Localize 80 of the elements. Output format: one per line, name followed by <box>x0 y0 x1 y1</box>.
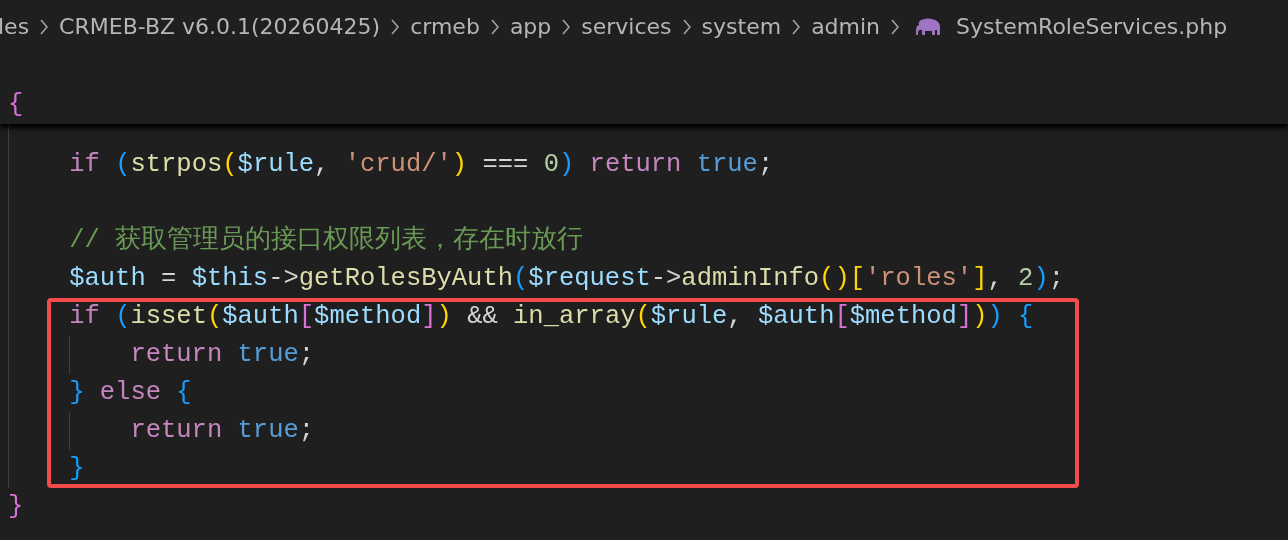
code-bracket: [ <box>298 302 315 331</box>
folder-breadcrumb[interactable]: crmeb <box>410 12 480 42</box>
code-bracket: [ <box>849 264 865 293</box>
function-name: in_array <box>513 302 636 331</box>
code-variable: $rule <box>237 150 315 179</box>
code-keyword: if <box>69 302 101 331</box>
code-variable: $auth <box>69 264 146 293</box>
number-literal: 2 <box>1018 264 1034 293</box>
code-keyword: if <box>69 150 101 179</box>
code-variable: $request <box>528 264 651 293</box>
code-keyword: return <box>588 150 683 179</box>
code-bracket: { <box>176 378 192 407</box>
chevron-icon <box>890 18 901 36</box>
code-keyword: return <box>130 340 224 369</box>
code-operator: === <box>481 150 530 179</box>
code-operator: , <box>987 264 1004 293</box>
code-operator: = <box>160 264 178 293</box>
code-bracket: ) <box>451 150 468 179</box>
code-bracket: ( <box>513 264 529 293</box>
folder-breadcrumb[interactable]: CRMEB-BZ v6.0.1(20260425) <box>59 12 381 42</box>
code-bracket: { <box>8 90 24 119</box>
function-name: strpos <box>130 150 223 179</box>
code-bracket: ( <box>222 150 238 179</box>
chevron-icon <box>390 18 401 36</box>
code-operator: , <box>314 150 331 179</box>
function-name: adminInfo <box>681 264 820 293</box>
folder-breadcrumb[interactable]: admin <box>811 12 881 42</box>
number-literal: 0 <box>543 150 559 179</box>
chevron-icon <box>489 18 500 36</box>
code-bracket: ( <box>206 302 223 331</box>
chevron-icon <box>561 18 572 36</box>
code-bracket: ) <box>558 150 575 179</box>
code-bracket: } <box>69 454 85 483</box>
chevron-icon <box>39 18 50 36</box>
elephant-icon <box>914 17 943 37</box>
code-operator: ; <box>757 150 774 179</box>
code-bracket: ) <box>436 302 452 331</box>
folder-breadcrumb[interactable]: system <box>701 12 782 42</box>
chevron-icon <box>791 18 802 36</box>
code-bracket: ) { <box>987 302 1034 331</box>
code-bracket: ) <box>1033 264 1049 293</box>
code-operator: && <box>466 302 499 331</box>
string-literal: 'roles' <box>865 264 973 293</box>
code-bracket: ( <box>635 302 651 331</box>
code-operator: , <box>727 302 744 331</box>
code-bracket: [ <box>834 302 850 331</box>
folder-breadcrumb[interactable]: les <box>0 12 30 42</box>
chevron-icon <box>681 18 692 36</box>
code-bracket: ( <box>115 150 131 179</box>
code-bracket: ] <box>972 264 988 293</box>
code-keyword: return <box>130 416 224 445</box>
code-variable: $rule <box>650 302 728 331</box>
code-constant: true <box>696 150 758 179</box>
code-variable: $auth <box>757 302 835 331</box>
code-variable: $method <box>849 302 957 331</box>
string-literal: 'crud/' <box>344 150 452 179</box>
code-bracket: } <box>8 492 24 521</box>
folder-breadcrumb[interactable]: app <box>509 12 552 42</box>
code-constant: true <box>237 416 299 445</box>
file-breadcrumb[interactable]: SystemRoleServices.php <box>956 12 1228 42</box>
code-operator: ; <box>298 416 315 445</box>
function-name: isset <box>130 302 207 331</box>
code-operator: ; <box>298 340 315 369</box>
code-operator: -> <box>650 264 682 293</box>
code-operator: -> <box>268 264 299 293</box>
code-constant: true <box>237 340 299 369</box>
code-bracket: () <box>819 264 850 293</box>
code-bracket: ) <box>972 302 988 331</box>
code-keyword: else <box>99 378 163 407</box>
code-operator: ; <box>1048 264 1064 293</box>
code-bracket: } <box>69 378 86 407</box>
code-bracket: ] <box>956 302 973 331</box>
code-bracket: ( <box>115 302 131 331</box>
code-bracket: ] <box>421 302 437 331</box>
code-variable: $method <box>314 302 422 331</box>
code-comment: // 获取管理员的接口权限列表，存在时放行 <box>69 226 584 255</box>
folder-breadcrumb[interactable]: services <box>581 12 672 42</box>
code-variable: $this <box>191 264 269 293</box>
function-name: getRolesByAuth <box>298 264 513 293</box>
code-variable: $auth <box>222 302 299 331</box>
